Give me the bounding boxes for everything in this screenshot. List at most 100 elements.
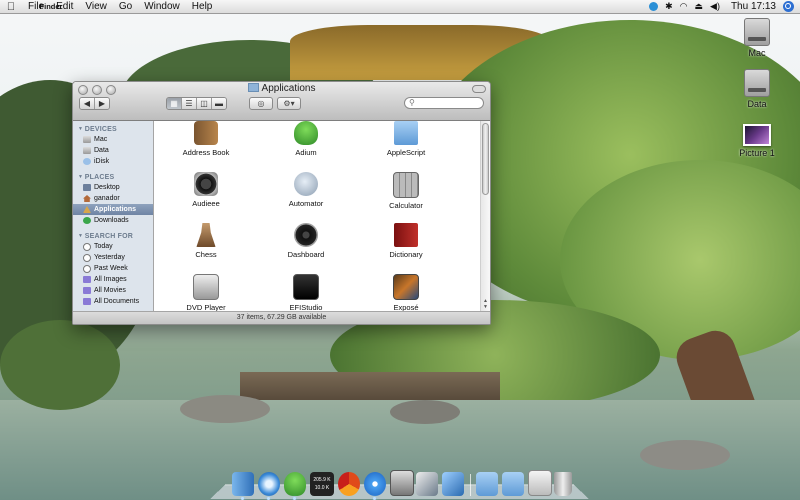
forward-button[interactable]: ▶	[94, 98, 109, 109]
folder-icon	[247, 83, 259, 92]
downloads-icon	[83, 217, 91, 224]
hard-drive-icon	[83, 147, 91, 154]
app-item-adium[interactable]: Adium	[261, 121, 351, 157]
sidebar-heading-places[interactable]: PLACES	[73, 172, 153, 182]
app-item-calculator[interactable]: Calculator	[361, 172, 451, 210]
sidebar-item-ganador[interactable]: ganador	[73, 193, 153, 204]
applications-stack-icon[interactable]	[476, 472, 498, 496]
hard-drive-icon	[744, 69, 770, 97]
adium-icon	[294, 121, 318, 145]
idisk-icon	[83, 158, 91, 165]
menu-finder[interactable]: Finder	[0, 2, 102, 11]
clock-icon	[83, 253, 91, 262]
icon-view-button[interactable]: ▦	[167, 98, 181, 109]
adium-dock-icon[interactable]	[284, 472, 306, 496]
crossover-dock-icon[interactable]	[338, 472, 360, 496]
photo-booth-dock-icon[interactable]	[390, 470, 414, 496]
app-item-expose[interactable]: Exposé	[361, 274, 451, 312]
documents-stack-icon[interactable]	[502, 472, 524, 496]
skype-icon[interactable]	[649, 2, 659, 11]
app-item-dashboard[interactable]: Dashboard	[261, 223, 351, 259]
toolbar-toggle-button[interactable]	[472, 85, 486, 93]
search-field[interactable]: ⚲	[404, 97, 484, 109]
sidebar-item-all-images[interactable]: All Images	[73, 274, 153, 285]
istat-upload-rate: 205.9 K	[313, 477, 331, 483]
bluetooth-icon[interactable]: ✱	[665, 1, 673, 12]
app-item-automator[interactable]: Automator	[261, 172, 351, 208]
chess-icon	[196, 223, 216, 247]
app-item-audieee[interactable]: Audieee	[161, 172, 251, 208]
search-icon: ⚲	[409, 98, 415, 107]
applications-icon	[83, 206, 91, 213]
app-item-dvd-player[interactable]: DVD Player	[161, 274, 251, 312]
view-switcher: ▦ ☰ ◫ ▬	[166, 97, 227, 110]
utilities-dock-icon[interactable]	[416, 472, 438, 496]
nav-buttons: ◀ ▶	[79, 97, 110, 110]
app-item-chess[interactable]: Chess	[161, 223, 251, 259]
smart-folder-icon	[83, 276, 91, 283]
folder-icon	[394, 121, 418, 145]
desktop-icon	[83, 184, 91, 191]
spotlight-icon[interactable]	[783, 1, 794, 12]
desktop-icon-mac[interactable]: Mac	[727, 18, 787, 58]
dashboard-icon	[294, 223, 318, 247]
menu-window[interactable]: Window	[138, 1, 186, 12]
quick-look-button[interactable]: ◎	[249, 97, 273, 110]
calculator-icon	[393, 172, 419, 198]
coverflow-view-button[interactable]: ▬	[211, 98, 226, 109]
finder-dock-icon[interactable]	[232, 472, 254, 496]
automator-icon	[294, 172, 318, 196]
istat-download-rate: 10.0 K	[314, 485, 330, 491]
eject-icon[interactable]: ⏏	[695, 1, 704, 12]
list-view-button[interactable]: ☰	[181, 98, 196, 109]
hard-drive-icon	[744, 18, 770, 46]
sidebar-item-desktop[interactable]: Desktop	[73, 182, 153, 193]
scroll-arrows[interactable]: ▲ ▼	[481, 298, 490, 310]
clock-icon	[83, 264, 91, 273]
preview-dock-icon[interactable]	[442, 472, 464, 496]
icon-grid: Address Book Adium AppleScript Audieee A…	[154, 121, 480, 312]
back-button[interactable]: ◀	[80, 98, 94, 109]
downloads-stack-icon[interactable]	[528, 470, 552, 496]
menu-bar:  Finder File Edit View Go Window Help ✱…	[0, 0, 800, 14]
action-button[interactable]: ⚙▾	[277, 97, 301, 110]
desktop-icon-label: Data	[747, 99, 767, 109]
sidebar-item-all-documents[interactable]: All Documents	[73, 296, 153, 307]
sidebar-item-applications[interactable]: Applications	[73, 204, 153, 215]
menubar-clock[interactable]: Thu 17:13	[731, 1, 776, 12]
menu-help[interactable]: Help	[186, 1, 219, 12]
sidebar-item-all-movies[interactable]: All Movies	[73, 285, 153, 296]
desktop-icon-data[interactable]: Data	[727, 69, 787, 109]
clock-icon	[83, 242, 91, 251]
picture-icon	[743, 124, 771, 146]
sidebar-item-today[interactable]: Today	[73, 241, 153, 252]
sidebar-item-idisk[interactable]: iDisk	[73, 156, 153, 167]
home-icon	[83, 195, 91, 202]
sidebar-item-mac[interactable]: Mac	[73, 134, 153, 145]
column-view-button[interactable]: ◫	[196, 98, 211, 109]
app-item-applescript[interactable]: AppleScript	[361, 121, 451, 157]
trash-dock-icon[interactable]	[554, 472, 572, 496]
istat-dock-icon[interactable]: 205.9 K 10.0 K	[310, 472, 334, 496]
desktop-icon-picture[interactable]: Picture 1	[727, 120, 787, 158]
vertical-scrollbar[interactable]: ▲ ▼	[480, 121, 490, 311]
volume-icon[interactable]: ◀)	[710, 1, 720, 12]
sidebar-heading-devices[interactable]: DEVICES	[73, 124, 153, 134]
app-item-dictionary[interactable]: Dictionary	[361, 223, 451, 259]
scrollbar-thumb[interactable]	[482, 123, 489, 195]
expose-icon	[393, 274, 419, 300]
itunes-dock-icon[interactable]	[364, 472, 386, 496]
app-item-efistudio[interactable]: EFIStudio	[261, 274, 351, 312]
app-item-address-book[interactable]: Address Book	[161, 121, 251, 157]
desktop-icon-label: Picture 1	[739, 148, 775, 158]
dock-separator	[470, 474, 471, 496]
wifi-icon[interactable]: ◠	[680, 1, 688, 12]
sidebar-item-yesterday[interactable]: Yesterday	[73, 252, 153, 263]
file-browser: Address Book Adium AppleScript Audieee A…	[154, 121, 490, 312]
safari-dock-icon[interactable]	[258, 472, 280, 496]
menu-go[interactable]: Go	[113, 1, 138, 12]
sidebar-item-data[interactable]: Data	[73, 145, 153, 156]
sidebar-heading-search-for[interactable]: SEARCH FOR	[73, 231, 153, 241]
sidebar-item-past-week[interactable]: Past Week	[73, 263, 153, 274]
sidebar-item-downloads[interactable]: Downloads	[73, 215, 153, 226]
